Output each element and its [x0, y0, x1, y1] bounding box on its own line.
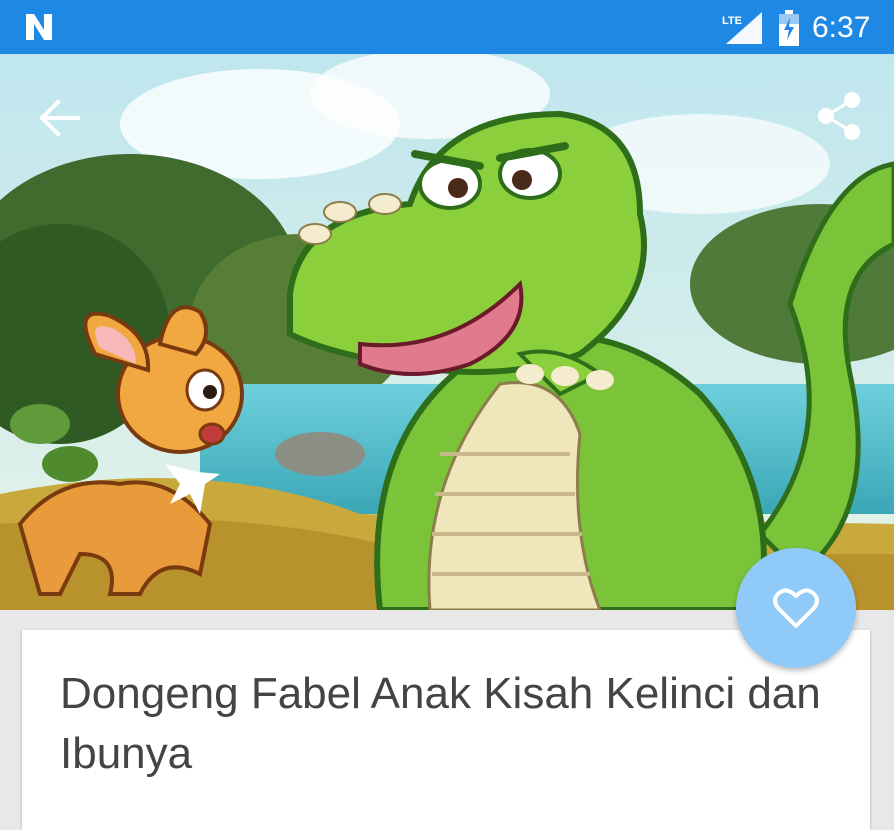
story-title-card: Dongeng Fabel Anak Kisah Kelinci dan Ibu… — [22, 630, 870, 830]
cover-illustration — [0, 54, 894, 610]
heart-outline-icon — [773, 588, 819, 628]
status-clock: 6:37 — [812, 11, 871, 44]
share-icon[interactable] — [812, 88, 868, 144]
story-title: Dongeng Fabel Anak Kisah Kelinci dan Ibu… — [60, 669, 821, 778]
favorite-button[interactable] — [736, 548, 856, 668]
battery-icon — [779, 10, 799, 46]
status-bar: LTE 6:37 — [0, 0, 894, 54]
story-cover-image — [0, 54, 894, 610]
lte-signal-icon: LTE — [722, 12, 762, 44]
lte-label: LTE — [722, 15, 742, 27]
n-logo-icon — [26, 14, 52, 40]
back-arrow-icon[interactable] — [32, 92, 88, 144]
